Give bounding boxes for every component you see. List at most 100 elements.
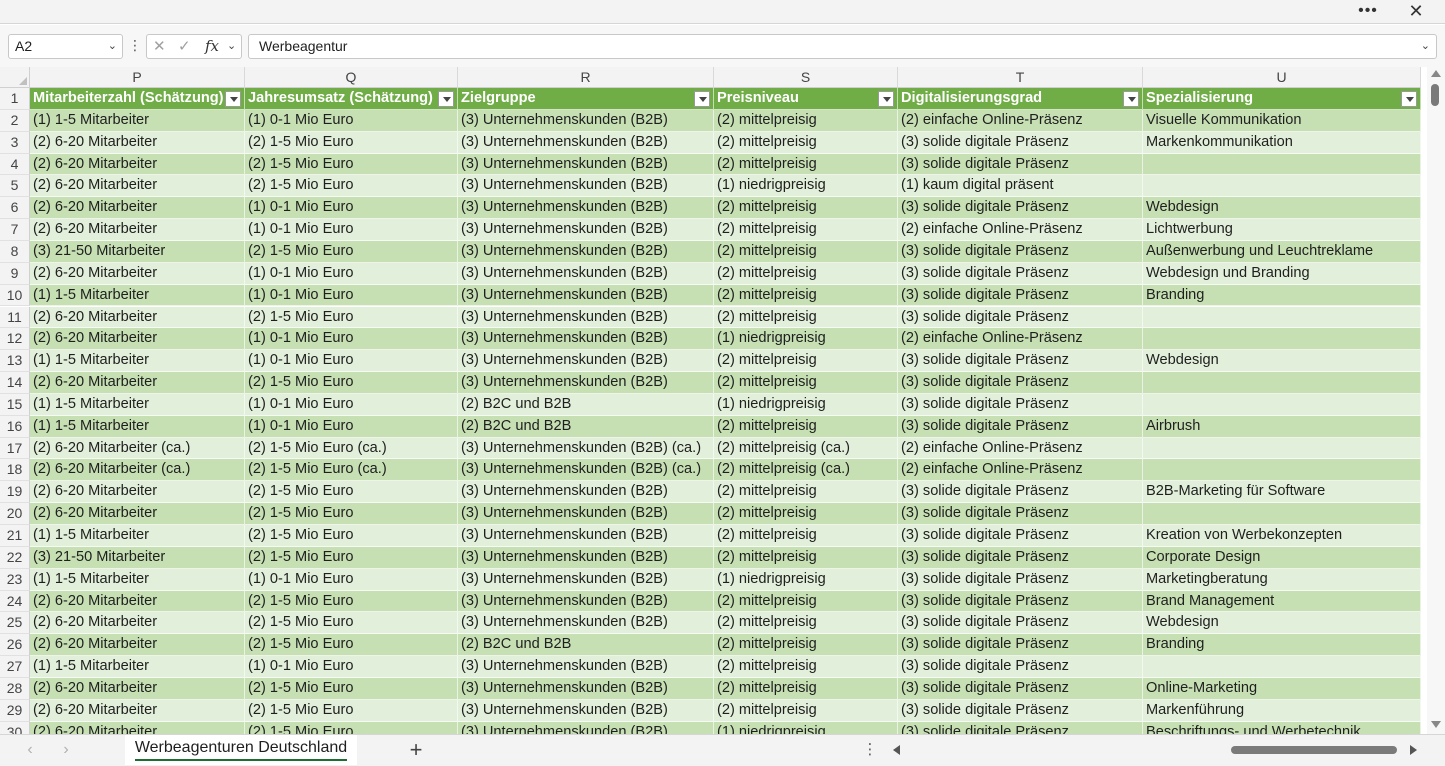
table-cell[interactable]: (2) 1-5 Mio Euro (ca.) — [245, 437, 458, 460]
table-cell[interactable]: (2) 1-5 Mio Euro — [245, 634, 458, 657]
table-cell[interactable]: (1) 1-5 Mitarbeiter — [30, 525, 245, 547]
table-cell[interactable]: Kreation von Werbekonzepten — [1143, 525, 1421, 547]
column-header-r[interactable]: R — [458, 67, 714, 88]
cancel-icon[interactable]: ✕ — [153, 35, 166, 58]
filter-dropdown-icon[interactable] — [878, 91, 894, 107]
table-cell[interactable]: (2) mittelpreisig — [714, 350, 898, 373]
row-number[interactable]: 26 — [0, 634, 30, 657]
table-cell[interactable]: (2) mittelpreisig — [714, 284, 898, 307]
table-cell[interactable]: Marketingberatung — [1143, 568, 1421, 591]
table-cell[interactable]: (2) 6-20 Mitarbeiter — [30, 372, 245, 394]
table-cell[interactable]: (2) 6-20 Mitarbeiter — [30, 175, 245, 198]
table-cell[interactable]: (1) 0-1 Mio Euro — [245, 262, 458, 285]
table-cell[interactable]: (1) 0-1 Mio Euro — [245, 415, 458, 438]
table-cell[interactable]: (2) mittelpreisig — [714, 415, 898, 438]
row-number[interactable]: 12 — [0, 328, 30, 351]
table-cell[interactable] — [1143, 656, 1421, 678]
header-cell[interactable]: Mitarbeiterzahl (Schätzung) — [30, 88, 245, 110]
table-cell[interactable]: (3) solide digitale Präsenz — [898, 568, 1143, 591]
table-cell[interactable]: (2) 6-20 Mitarbeiter (ca.) — [30, 437, 245, 460]
table-cell[interactable]: (2) mittelpreisig (ca.) — [714, 437, 898, 460]
vertical-dots-icon[interactable]: ⋮ — [128, 34, 142, 59]
table-cell[interactable]: (3) Unternehmenskunden (B2B) — [458, 197, 714, 220]
table-cell[interactable]: (2) mittelpreisig — [714, 525, 898, 547]
select-all-corner[interactable] — [0, 67, 30, 88]
table-cell[interactable]: (1) 0-1 Mio Euro — [245, 350, 458, 373]
table-cell[interactable]: (2) 1-5 Mio Euro — [245, 175, 458, 198]
table-cell[interactable]: (1) kaum digital präsent — [898, 175, 1143, 198]
table-cell[interactable]: (3) solide digitale Präsenz — [898, 546, 1143, 569]
table-cell[interactable]: (2) mittelpreisig — [714, 240, 898, 263]
table-cell[interactable] — [1143, 372, 1421, 394]
table-cell[interactable]: (2) 6-20 Mitarbeiter — [30, 197, 245, 220]
table-cell[interactable]: (2) 1-5 Mio Euro — [245, 721, 458, 734]
table-cell[interactable]: (3) Unternehmenskunden (B2B) (ca.) — [458, 459, 714, 482]
table-cell[interactable]: (3) Unternehmenskunden (B2B) — [458, 262, 714, 285]
table-cell[interactable]: (2) B2C und B2B — [458, 415, 714, 438]
row-number[interactable]: 25 — [0, 612, 30, 635]
table-cell[interactable]: (2) 6-20 Mitarbeiter — [30, 503, 245, 525]
name-box[interactable]: A2 ⌄ — [8, 34, 123, 59]
row-number[interactable]: 5 — [0, 175, 30, 198]
table-cell[interactable]: (2) mittelpreisig — [714, 699, 898, 722]
table-cell[interactable]: Außenwerbung und Leuchtreklame — [1143, 240, 1421, 263]
table-cell[interactable]: (3) Unternehmenskunden (B2B) — [458, 328, 714, 351]
row-number[interactable]: 11 — [0, 306, 30, 329]
table-cell[interactable] — [1143, 328, 1421, 351]
scroll-up-icon[interactable] — [1431, 70, 1441, 77]
confirm-icon[interactable]: ✓ — [178, 35, 191, 58]
vertical-scrollbar[interactable] — [1427, 67, 1445, 734]
table-cell[interactable]: Webdesign und Branding — [1143, 262, 1421, 285]
table-cell[interactable]: (3) Unternehmenskunden (B2B) — [458, 546, 714, 569]
row-number[interactable]: 6 — [0, 197, 30, 220]
column-header-u[interactable]: U — [1143, 67, 1421, 88]
table-cell[interactable]: Webdesign — [1143, 197, 1421, 220]
table-cell[interactable]: (3) Unternehmenskunden (B2B) — [458, 284, 714, 307]
table-cell[interactable]: (2) 1-5 Mio Euro — [245, 677, 458, 700]
table-cell[interactable]: Markenführung — [1143, 699, 1421, 722]
table-cell[interactable]: (3) Unternehmenskunden (B2B) — [458, 590, 714, 613]
row-number[interactable]: 9 — [0, 262, 30, 285]
table-cell[interactable]: (3) solide digitale Präsenz — [898, 677, 1143, 700]
row-number[interactable]: 21 — [0, 525, 30, 547]
table-cell[interactable]: (2) einfache Online-Präsenz — [898, 219, 1143, 241]
table-cell[interactable]: Branding — [1143, 284, 1421, 307]
table-cell[interactable]: (2) mittelpreisig — [714, 546, 898, 569]
table-cell[interactable]: (3) solide digitale Präsenz — [898, 699, 1143, 722]
table-cell[interactable]: (3) Unternehmenskunden (B2B) — [458, 677, 714, 700]
table-cell[interactable]: (1) 0-1 Mio Euro — [245, 328, 458, 351]
header-cell[interactable]: Zielgruppe — [458, 88, 714, 110]
table-cell[interactable]: (2) einfache Online-Präsenz — [898, 437, 1143, 460]
table-cell[interactable]: (2) mittelpreisig (ca.) — [714, 459, 898, 482]
vertical-scroll-thumb[interactable] — [1431, 84, 1439, 106]
table-cell[interactable]: (2) mittelpreisig — [714, 677, 898, 700]
row-number[interactable]: 8 — [0, 240, 30, 263]
table-cell[interactable]: (3) Unternehmenskunden (B2B) — [458, 372, 714, 394]
table-cell[interactable]: (2) 1-5 Mio Euro (ca.) — [245, 459, 458, 482]
sheet-tab-active[interactable]: Werbeagenturen Deutschland — [125, 735, 357, 765]
table-cell[interactable]: (2) mittelpreisig — [714, 109, 898, 132]
table-cell[interactable]: (3) Unternehmenskunden (B2B) — [458, 699, 714, 722]
table-cell[interactable] — [1143, 503, 1421, 525]
table-cell[interactable]: (2) einfache Online-Präsenz — [898, 459, 1143, 482]
column-header-t[interactable]: T — [898, 67, 1143, 88]
table-cell[interactable]: (3) solide digitale Präsenz — [898, 372, 1143, 394]
prev-sheet-icon[interactable]: ‹ — [20, 740, 40, 760]
table-cell[interactable]: Beschriftungs- und Werbetechnik — [1143, 721, 1421, 734]
column-header-q[interactable]: Q — [245, 67, 458, 88]
table-cell[interactable]: (1) niedrigpreisig — [714, 175, 898, 198]
table-cell[interactable]: Corporate Design — [1143, 546, 1421, 569]
table-cell[interactable]: (3) solide digitale Präsenz — [898, 590, 1143, 613]
table-cell[interactable]: (2) 1-5 Mio Euro — [245, 546, 458, 569]
table-cell[interactable]: (3) Unternehmenskunden (B2B) — [458, 131, 714, 154]
table-cell[interactable]: (3) Unternehmenskunden (B2B) — [458, 240, 714, 263]
row-number[interactable]: 7 — [0, 219, 30, 241]
chevron-down-icon[interactable]: ⌄ — [227, 35, 236, 58]
table-cell[interactable]: (2) mittelpreisig — [714, 634, 898, 657]
column-header-p[interactable]: P — [30, 67, 245, 88]
table-cell[interactable]: (3) solide digitale Präsenz — [898, 481, 1143, 504]
table-cell[interactable] — [1143, 437, 1421, 460]
table-cell[interactable]: Online-Marketing — [1143, 677, 1421, 700]
insert-function-icon[interactable]: fx — [205, 35, 219, 58]
table-cell[interactable]: (3) solide digitale Präsenz — [898, 721, 1143, 734]
